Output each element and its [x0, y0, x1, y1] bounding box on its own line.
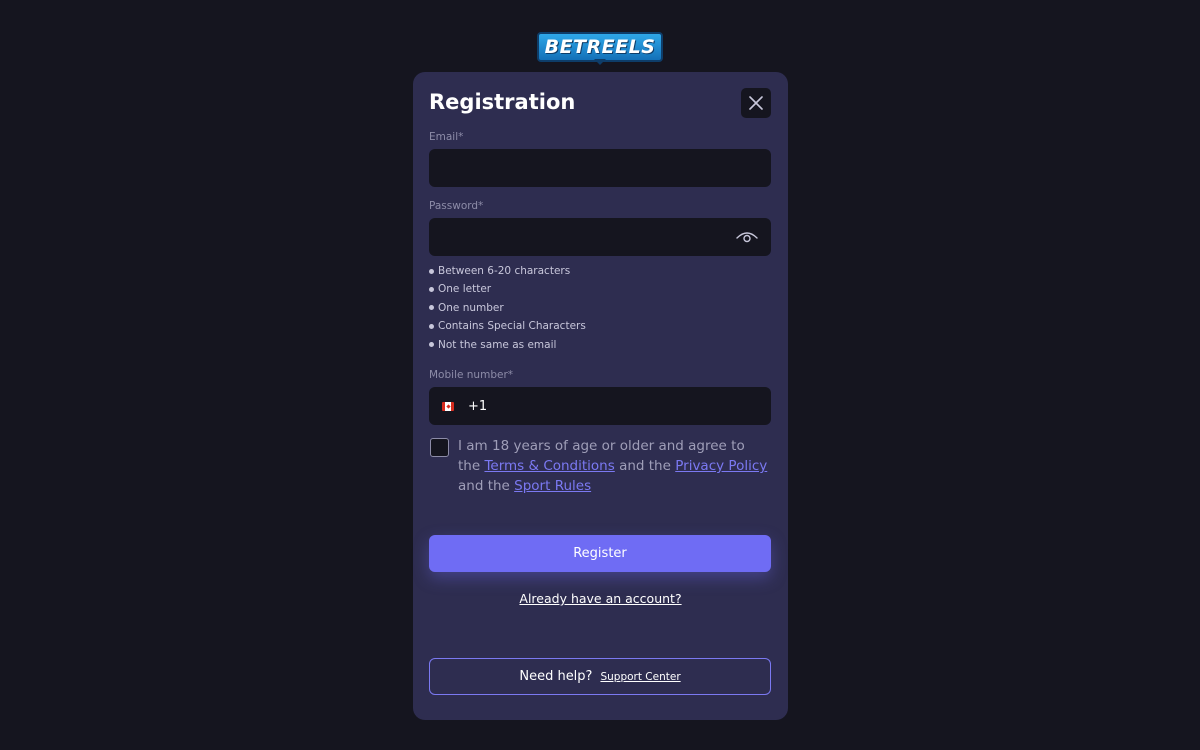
- consent-text-3: and the: [458, 478, 510, 494]
- terms-link[interactable]: Terms & Conditions: [484, 458, 614, 474]
- password-field[interactable]: [429, 218, 771, 256]
- eye-icon[interactable]: [735, 229, 759, 245]
- password-rule: Between 6-20 characters: [429, 262, 586, 280]
- logo-text: BETREELS: [536, 32, 664, 62]
- password-rule: One number: [429, 299, 586, 317]
- close-icon: [749, 96, 763, 110]
- canada-flag-icon[interactable]: [442, 401, 454, 411]
- registration-modal: Registration Email* Password* Between 6-…: [413, 72, 788, 720]
- page: BETREELS Registration Email* Password* B…: [0, 0, 1200, 750]
- bullet-icon: [429, 268, 434, 274]
- sport-rules-link[interactable]: Sport Rules: [514, 478, 591, 494]
- password-rule: Contains Special Characters: [429, 317, 586, 335]
- password-label: Password*: [429, 200, 484, 212]
- help-text: Need help?: [519, 669, 593, 684]
- password-rule-text: One number: [438, 301, 504, 314]
- age-terms-checkbox[interactable]: [430, 438, 449, 457]
- password-rule: Not the same as email: [429, 336, 586, 354]
- brand-logo[interactable]: BETREELS: [536, 32, 664, 65]
- login-link[interactable]: Already have an account?: [413, 591, 788, 606]
- password-rules-list: Between 6-20 characters One letter One n…: [429, 262, 586, 354]
- bullet-icon: [429, 323, 434, 329]
- mobile-field-group: +1: [429, 387, 771, 425]
- modal-title: Registration: [429, 90, 576, 114]
- password-rule-text: One letter: [438, 283, 492, 296]
- dial-code: +1: [468, 398, 488, 414]
- password-rule-text: Between 6-20 characters: [438, 265, 571, 277]
- email-label: Email*: [429, 131, 464, 143]
- support-center-link[interactable]: Support Center: [600, 671, 680, 683]
- bullet-icon: [429, 305, 434, 311]
- password-rule-text: Not the same as email: [438, 338, 557, 351]
- password-rule: One letter: [429, 280, 586, 298]
- bullet-icon: [429, 342, 434, 348]
- consent-text: I am 18 years of age or older and agree …: [458, 436, 770, 496]
- mobile-field[interactable]: [487, 387, 771, 425]
- consent-text-2: and the: [619, 458, 671, 474]
- email-field[interactable]: [429, 149, 771, 187]
- help-box: Need help? Support Center: [429, 658, 771, 695]
- bullet-icon: [429, 287, 434, 293]
- password-rule-text: Contains Special Characters: [438, 320, 586, 333]
- privacy-policy-link[interactable]: Privacy Policy: [675, 458, 767, 474]
- logo-tail: [594, 59, 606, 65]
- register-button[interactable]: Register: [429, 535, 771, 572]
- mobile-label: Mobile number*: [429, 369, 514, 381]
- close-button[interactable]: [741, 88, 771, 118]
